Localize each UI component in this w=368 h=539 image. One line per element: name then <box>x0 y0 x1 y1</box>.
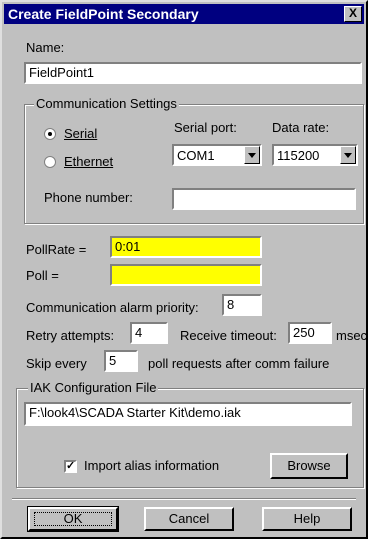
serial-label-text: Serial <box>64 126 98 141</box>
import-alias-checkbox[interactable]: ✓ <box>64 460 77 473</box>
receive-timeout-label: Receive timeout: <box>180 328 277 343</box>
serial-radio[interactable] <box>44 128 56 140</box>
ethernet-radio-label[interactable]: Ethernet <box>64 154 113 169</box>
poll-input[interactable] <box>110 264 262 286</box>
pollrate-input[interactable]: 0:01 <box>110 236 262 258</box>
comm-settings-legend: Communication Settings <box>34 96 179 111</box>
phone-input[interactable] <box>172 188 356 210</box>
data-rate-select[interactable]: 115200 <box>272 144 358 166</box>
chevron-down-icon[interactable] <box>244 146 260 164</box>
create-fieldpoint-dialog: Create FieldPoint Secondary X Name: Fiel… <box>0 0 368 539</box>
timeout-units: msecs <box>336 328 368 343</box>
name-label: Name: <box>26 40 65 55</box>
ethernet-radio[interactable] <box>44 156 56 168</box>
serial-port-label: Serial port: <box>174 120 237 135</box>
cancel-button[interactable]: Cancel <box>144 507 234 531</box>
help-button[interactable]: Help <box>262 507 352 531</box>
window-title: Create FieldPoint Secondary <box>8 6 199 22</box>
ethernet-label-text: Ethernet <box>64 154 114 169</box>
chevron-down-icon[interactable] <box>340 146 356 164</box>
check-icon: ✓ <box>66 460 76 472</box>
import-alias-label: Import alias information <box>84 458 220 473</box>
radio-selected-dot <box>48 132 52 136</box>
skip-suffix: poll requests after comm failure <box>148 356 330 371</box>
bottom-separator <box>12 498 356 500</box>
serial-port-value: COM1 <box>177 148 215 163</box>
data-rate-value: 115200 <box>277 148 320 163</box>
browse-button[interactable]: Browse <box>270 453 348 479</box>
close-button[interactable]: X <box>344 6 362 22</box>
iak-config-legend: IAK Configuration File <box>28 380 159 395</box>
alarm-priority-label: Communication alarm priority: <box>26 300 199 315</box>
retry-input[interactable]: 4 <box>130 322 168 344</box>
title-bar[interactable]: Create FieldPoint Secondary X <box>4 4 364 24</box>
focus-rectangle <box>34 512 112 526</box>
iak-path-input[interactable]: F:\look4\SCADA Starter Kit\demo.iak <box>24 402 352 426</box>
alarm-priority-input[interactable]: 8 <box>222 294 262 316</box>
data-rate-label: Data rate: <box>272 120 330 135</box>
receive-timeout-input[interactable]: 250 <box>288 322 332 344</box>
pollrate-label: PollRate = <box>26 242 87 257</box>
phone-label: Phone number: <box>44 190 133 205</box>
retry-label: Retry attempts: <box>26 328 115 343</box>
skip-input[interactable]: 5 <box>104 350 138 372</box>
ok-button[interactable]: OK <box>27 506 119 532</box>
poll-label: Poll = <box>26 268 59 283</box>
skip-label: Skip every <box>26 356 87 371</box>
close-icon: X <box>348 6 357 20</box>
serial-port-select[interactable]: COM1 <box>172 144 262 166</box>
name-input[interactable]: FieldPoint1 <box>24 62 362 84</box>
serial-radio-label[interactable]: Serial <box>64 126 97 141</box>
